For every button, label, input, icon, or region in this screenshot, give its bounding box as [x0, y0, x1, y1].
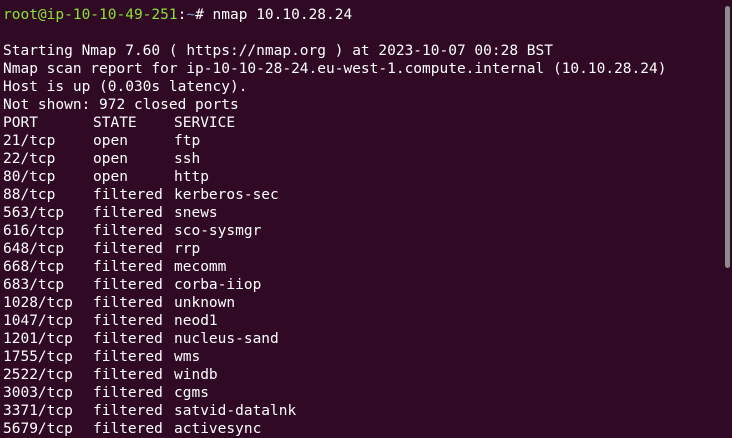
host-status-line: Host is up (0.030s latency). [3, 79, 248, 95]
port-cell: 2522/tcp [3, 367, 73, 383]
table-row: 1201/tcp filtered nucleus-sand [3, 330, 723, 348]
header-state: STATE [93, 115, 137, 131]
state-cell: filtered [93, 259, 163, 275]
port-cell: 648/tcp [3, 241, 65, 257]
table-row: 1755/tcp filtered wms [3, 348, 723, 366]
scrollbar-thumb[interactable] [725, 6, 730, 268]
nmap-start-line: Starting Nmap 7.60 ( https://nmap.org ) … [3, 43, 553, 59]
service-cell: windb [174, 367, 218, 383]
state-cell: filtered [93, 205, 163, 221]
service-cell: ssh [174, 151, 201, 167]
table-row: 563/tcp filtered snews [3, 204, 723, 222]
terminal-output: root@ip-10-10-49-251:~# nmap 10.10.28.24… [3, 6, 723, 438]
port-cell: 21/tcp [3, 133, 56, 149]
header-service: SERVICE [174, 115, 236, 131]
table-row: 1028/tcp filtered unknown [3, 294, 723, 312]
service-cell: nucleus-sand [174, 331, 279, 347]
state-cell: filtered [93, 277, 163, 293]
table-row: 88/tcp filtered kerberos-sec [3, 186, 723, 204]
ports-table-header: PORT STATE SERVICE [3, 114, 723, 132]
scrollbar-track[interactable] [724, 0, 732, 438]
port-cell: 3371/tcp [3, 403, 73, 419]
state-cell: open [93, 169, 128, 185]
table-row: 668/tcp filtered mecomm [3, 258, 723, 276]
port-cell: 616/tcp [3, 223, 65, 239]
table-row: 22/tcp open ssh [3, 150, 723, 168]
service-cell: mecomm [174, 259, 227, 275]
table-row: 683/tcp filtered corba-iiop [3, 276, 723, 294]
service-cell: ftp [174, 133, 201, 149]
service-cell: unknown [174, 295, 236, 311]
state-cell: open [93, 133, 128, 149]
table-row: 3371/tcp filtered satvid-datalnk [3, 402, 723, 420]
port-cell: 1047/tcp [3, 313, 73, 329]
table-row: 3003/tcp filtered cgms [3, 384, 723, 402]
state-cell: filtered [93, 403, 163, 419]
port-cell: 668/tcp [3, 259, 65, 275]
service-cell: sco-sysmgr [174, 223, 262, 239]
port-cell: 683/tcp [3, 277, 65, 293]
table-row: 616/tcp filtered sco-sysmgr [3, 222, 723, 240]
port-cell: 1755/tcp [3, 349, 73, 365]
header-port: PORT [3, 115, 38, 131]
ports-table-rows: 21/tcp open ftp 22/tcp open ssh 80/tcp open http… [3, 132, 723, 438]
service-cell: wms [174, 349, 201, 365]
prompt-user-host: root@ip-10-10-49-251 [3, 7, 178, 23]
port-cell: 88/tcp [3, 187, 56, 203]
table-row: 1047/tcp filtered neod1 [3, 312, 723, 330]
prompt-symbol: # [195, 7, 213, 23]
state-cell: open [93, 151, 128, 167]
service-cell: cgms [174, 385, 209, 401]
terminal-window[interactable]: root@ip-10-10-49-251:~# nmap 10.10.28.24… [0, 0, 732, 438]
table-row: 648/tcp filtered rrp [3, 240, 723, 258]
service-cell: activesync [174, 421, 262, 437]
state-cell: filtered [93, 367, 163, 383]
state-cell: filtered [93, 421, 163, 437]
scan-report-line: Nmap scan report for ip-10-10-28-24.eu-w… [3, 61, 667, 77]
state-cell: filtered [93, 313, 163, 329]
service-cell: snews [174, 205, 218, 221]
state-cell: filtered [93, 223, 163, 239]
table-row: 80/tcp open http [3, 168, 723, 186]
service-cell: neod1 [174, 313, 218, 329]
state-cell: filtered [93, 331, 163, 347]
port-cell: 22/tcp [3, 151, 56, 167]
state-cell: filtered [93, 385, 163, 401]
port-cell: 1201/tcp [3, 331, 73, 347]
service-cell: satvid-datalnk [174, 403, 297, 419]
port-cell: 5679/tcp [3, 421, 73, 437]
port-cell: 1028/tcp [3, 295, 73, 311]
service-cell: rrp [174, 241, 201, 257]
prompt-command: nmap 10.10.28.24 [212, 7, 353, 23]
table-row: 21/tcp open ftp [3, 132, 723, 150]
service-cell: http [174, 169, 209, 185]
state-cell: filtered [93, 241, 163, 257]
prompt-path: ~ [186, 7, 196, 23]
state-cell: filtered [93, 187, 163, 203]
table-row: 5679/tcp filtered activesync [3, 420, 723, 438]
port-cell: 563/tcp [3, 205, 65, 221]
service-cell: kerberos-sec [174, 187, 279, 203]
table-row: 2522/tcp filtered windb [3, 366, 723, 384]
prompt-line: root@ip-10-10-49-251:~# nmap 10.10.28.24 [3, 6, 723, 24]
not-shown-line: Not shown: 972 closed ports [3, 97, 239, 113]
state-cell: filtered [93, 349, 163, 365]
state-cell: filtered [93, 295, 163, 311]
service-cell: corba-iiop [174, 277, 262, 293]
port-cell: 3003/tcp [3, 385, 73, 401]
port-cell: 80/tcp [3, 169, 56, 185]
